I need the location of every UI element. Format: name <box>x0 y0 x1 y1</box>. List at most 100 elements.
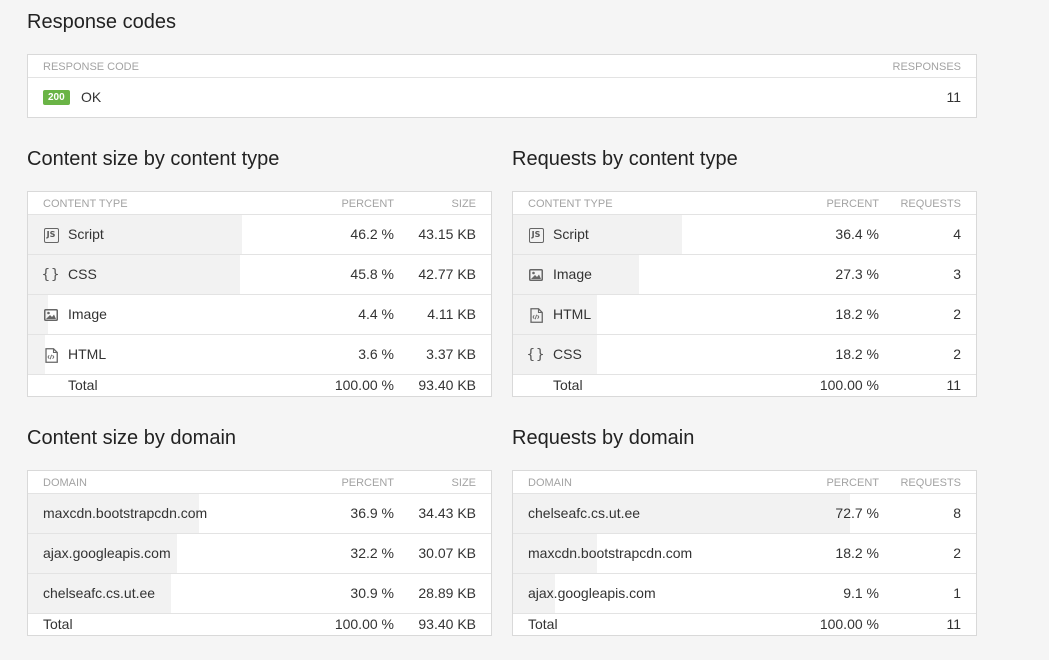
table-header: Content type Percent Size <box>28 192 491 215</box>
table-row: JS Script 46.2 % 43.15 KB <box>28 215 491 255</box>
percent-value: 18.2 % <box>835 346 879 362</box>
requests-by-domain-title: Requests by domain <box>512 427 695 449</box>
content-type-name: Script <box>553 226 589 242</box>
table-row: maxcdn.bootstrapcdn.com 18.2 % 2 <box>513 534 976 574</box>
column-header-requests: Requests <box>900 198 961 210</box>
percent-value: 27.3 % <box>835 266 879 282</box>
column-header-content-type: Content type <box>528 198 613 210</box>
requests-by-domain-table: Domain Percent Requests chelseafc.cs.ut.… <box>512 470 977 636</box>
total-requests: 11 <box>946 377 961 393</box>
table-row: ajax.googleapis.com 9.1 % 1 <box>513 574 976 614</box>
table-row: {} CSS 45.8 % 42.77 KB <box>28 255 491 295</box>
total-label: Total <box>528 616 558 632</box>
column-header-percent: Percent <box>341 198 394 210</box>
content-type-name: Image <box>553 266 592 282</box>
content-type-name: CSS <box>68 266 97 282</box>
requests-value: 4 <box>953 226 961 242</box>
percent-value: 4.4 % <box>358 306 394 322</box>
domain-name: maxcdn.bootstrapcdn.com <box>528 545 693 561</box>
content-type-name: Script <box>68 226 104 242</box>
total-percent: 100.00 % <box>819 616 879 632</box>
response-count: 11 <box>946 89 961 105</box>
content-type-name: CSS <box>553 346 582 362</box>
requests-value: 2 <box>953 346 961 362</box>
content-type-name: HTML <box>68 346 107 362</box>
percent-value: 45.8 % <box>350 266 394 282</box>
total-size: 93.40 KB <box>418 616 476 632</box>
html-file-icon <box>528 307 544 323</box>
table-header: Response code Responses <box>28 55 976 78</box>
table-row: 200 OK 11 <box>28 78 976 118</box>
percent-value: 18.2 % <box>835 545 879 561</box>
total-row: Total 100.00 % 11 <box>513 375 976 395</box>
html-file-icon <box>43 347 59 363</box>
table-row: chelseafc.cs.ut.ee 30.9 % 28.89 KB <box>28 574 491 614</box>
table-row: Image 4.4 % 4.11 KB <box>28 295 491 335</box>
total-percent: 100.00 % <box>819 377 879 393</box>
size-value: 28.89 KB <box>418 585 476 601</box>
total-label: Total <box>68 377 98 393</box>
js-file-icon: JS <box>528 227 544 243</box>
requests-value: 8 <box>953 505 961 521</box>
requests-by-type-table: Content type Percent Requests JS Script 36… <box>512 191 977 397</box>
table-row: {} CSS 18.2 % 2 <box>513 335 976 375</box>
requests-value: 1 <box>953 585 961 601</box>
domain-name: maxcdn.bootstrapcdn.com <box>43 505 208 521</box>
total-requests: 11 <box>946 616 961 632</box>
percent-bar <box>28 215 242 254</box>
size-by-domain-table: Domain Percent Size maxcdn.bootstrapcdn.… <box>27 470 492 636</box>
column-header-domain: Domain <box>43 477 87 489</box>
image-icon <box>528 267 544 283</box>
table-row: HTML 18.2 % 2 <box>513 295 976 335</box>
percent-value: 36.4 % <box>835 226 879 242</box>
size-by-type-table: Content type Percent Size JS Script 46.2 %… <box>27 191 492 397</box>
percent-value: 36.9 % <box>350 505 394 521</box>
column-header-response-code: Response code <box>43 61 139 73</box>
table-header: Domain Percent Size <box>28 471 491 494</box>
table-row: HTML 3.6 % 3.37 KB <box>28 335 491 375</box>
table-row: ajax.googleapis.com 32.2 % 30.07 KB <box>28 534 491 574</box>
domain-name: ajax.googleapis.com <box>43 545 171 561</box>
requests-by-type-title: Requests by content type <box>512 148 738 170</box>
size-by-domain-title: Content size by domain <box>27 427 237 449</box>
column-header-percent: Percent <box>341 477 394 489</box>
column-header-domain: Domain <box>528 477 572 489</box>
column-header-responses: Responses <box>892 61 961 73</box>
table-row: Image 27.3 % 3 <box>513 255 976 295</box>
content-type-name: Image <box>68 306 107 322</box>
total-label: Total <box>43 616 73 632</box>
percent-value: 46.2 % <box>350 226 394 242</box>
requests-value: 2 <box>953 545 961 561</box>
percent-value: 72.7 % <box>835 505 879 521</box>
percent-value: 3.6 % <box>358 346 394 362</box>
image-icon <box>43 307 59 323</box>
domain-name: ajax.googleapis.com <box>528 585 656 601</box>
column-header-content-type: Content type <box>43 198 128 210</box>
column-header-percent: Percent <box>826 477 879 489</box>
table-row: chelseafc.cs.ut.ee 72.7 % 8 <box>513 494 976 534</box>
status-badge: 200 <box>43 90 70 105</box>
percent-value: 32.2 % <box>350 545 394 561</box>
total-row: Total 100.00 % 11 <box>513 614 976 634</box>
size-value: 34.43 KB <box>418 505 476 521</box>
column-header-percent: Percent <box>826 198 879 210</box>
size-by-type-title: Content size by content type <box>27 148 280 170</box>
size-value: 4.11 KB <box>427 306 476 322</box>
column-header-size: Size <box>451 198 476 210</box>
table-header: Domain Percent Requests <box>513 471 976 494</box>
percent-value: 9.1 % <box>843 585 879 601</box>
requests-value: 3 <box>953 266 961 282</box>
response-codes-title: Response codes <box>27 11 176 33</box>
table-header: Content type Percent Requests <box>513 192 976 215</box>
percent-value: 18.2 % <box>835 306 879 322</box>
size-value: 43.15 KB <box>418 226 476 242</box>
percent-value: 30.9 % <box>350 585 394 601</box>
total-percent: 100.00 % <box>334 616 394 632</box>
response-codes-table: Response code Responses 200 OK 11 <box>27 54 977 118</box>
content-type-name: HTML <box>553 306 592 322</box>
table-row: JS Script 36.4 % 4 <box>513 215 976 255</box>
total-size: 93.40 KB <box>418 377 476 393</box>
total-label: Total <box>553 377 583 393</box>
table-row: maxcdn.bootstrapcdn.com 36.9 % 34.43 KB <box>28 494 491 534</box>
requests-value: 2 <box>953 306 961 322</box>
